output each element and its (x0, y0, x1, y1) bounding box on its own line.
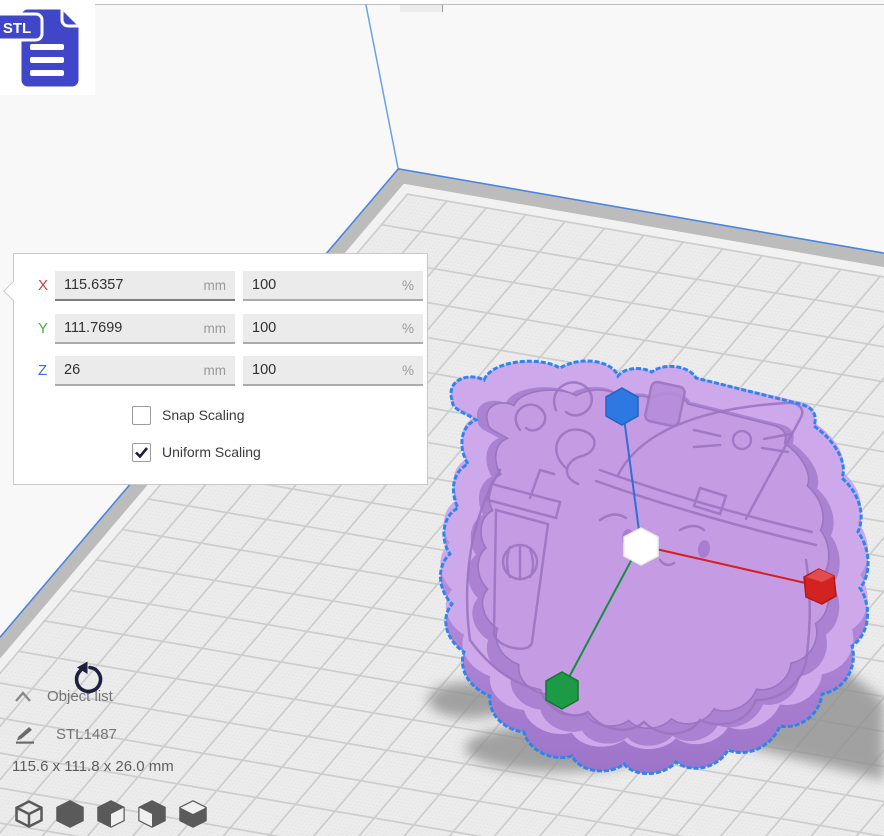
object-item-name: STL1487 (56, 725, 117, 743)
scale-handle-center[interactable] (623, 527, 659, 566)
view-right-icon[interactable] (178, 798, 208, 830)
snap-scaling-checkbox[interactable] (132, 405, 151, 425)
reset-scale-button[interactable] (68, 660, 106, 698)
scale-tool-panel: X 115.6357 mm 100 % Y 111.7699 mm 100 % … (3, 253, 428, 694)
scale-z-percent-field[interactable]: 100 % (243, 356, 423, 386)
view-3d-icon[interactable] (14, 798, 44, 830)
axis-label-y: Y (38, 320, 49, 337)
scale-y-percent-field[interactable]: 100 % (243, 314, 423, 344)
camera-view-toolbar (14, 798, 208, 830)
view-left-icon[interactable] (137, 798, 167, 830)
scale-handle-y-green[interactable] (545, 671, 579, 710)
uniform-scaling-checkbox[interactable] (132, 442, 151, 462)
view-top-icon[interactable] (96, 798, 126, 830)
top-divider-line (0, 4, 884, 5)
reset-icon (74, 661, 103, 694)
scale-x-percent-field[interactable]: 100 % (243, 271, 423, 301)
scale-z-mm-field[interactable]: 26 mm (55, 356, 235, 386)
scale-x-mm-field[interactable]: 115.6357 mm (55, 271, 235, 301)
chevron-up-icon (15, 690, 31, 702)
uniform-scaling-label: Uniform Scaling (162, 444, 261, 460)
model-dimensions-label: 115.6 x 111.8 x 26.0 mm (12, 758, 174, 775)
axis-label-z: Z (38, 362, 48, 379)
axis-label-x: X (38, 277, 49, 294)
stl-badge-label: STL (3, 20, 31, 37)
scale-y-mm-field[interactable]: 111.7699 mm (55, 314, 235, 344)
scale-handle-x-red[interactable] (803, 568, 837, 605)
pencil-icon (16, 727, 34, 744)
snap-scaling-label: Snap Scaling (162, 407, 245, 423)
object-list-item[interactable]: STL1487 (14, 724, 117, 744)
stl-file-logo: STL (0, 0, 95, 95)
model-stl1487[interactable] (438, 359, 870, 776)
scale-handle-z-blue[interactable] (605, 387, 639, 426)
view-front-icon[interactable] (55, 798, 85, 830)
